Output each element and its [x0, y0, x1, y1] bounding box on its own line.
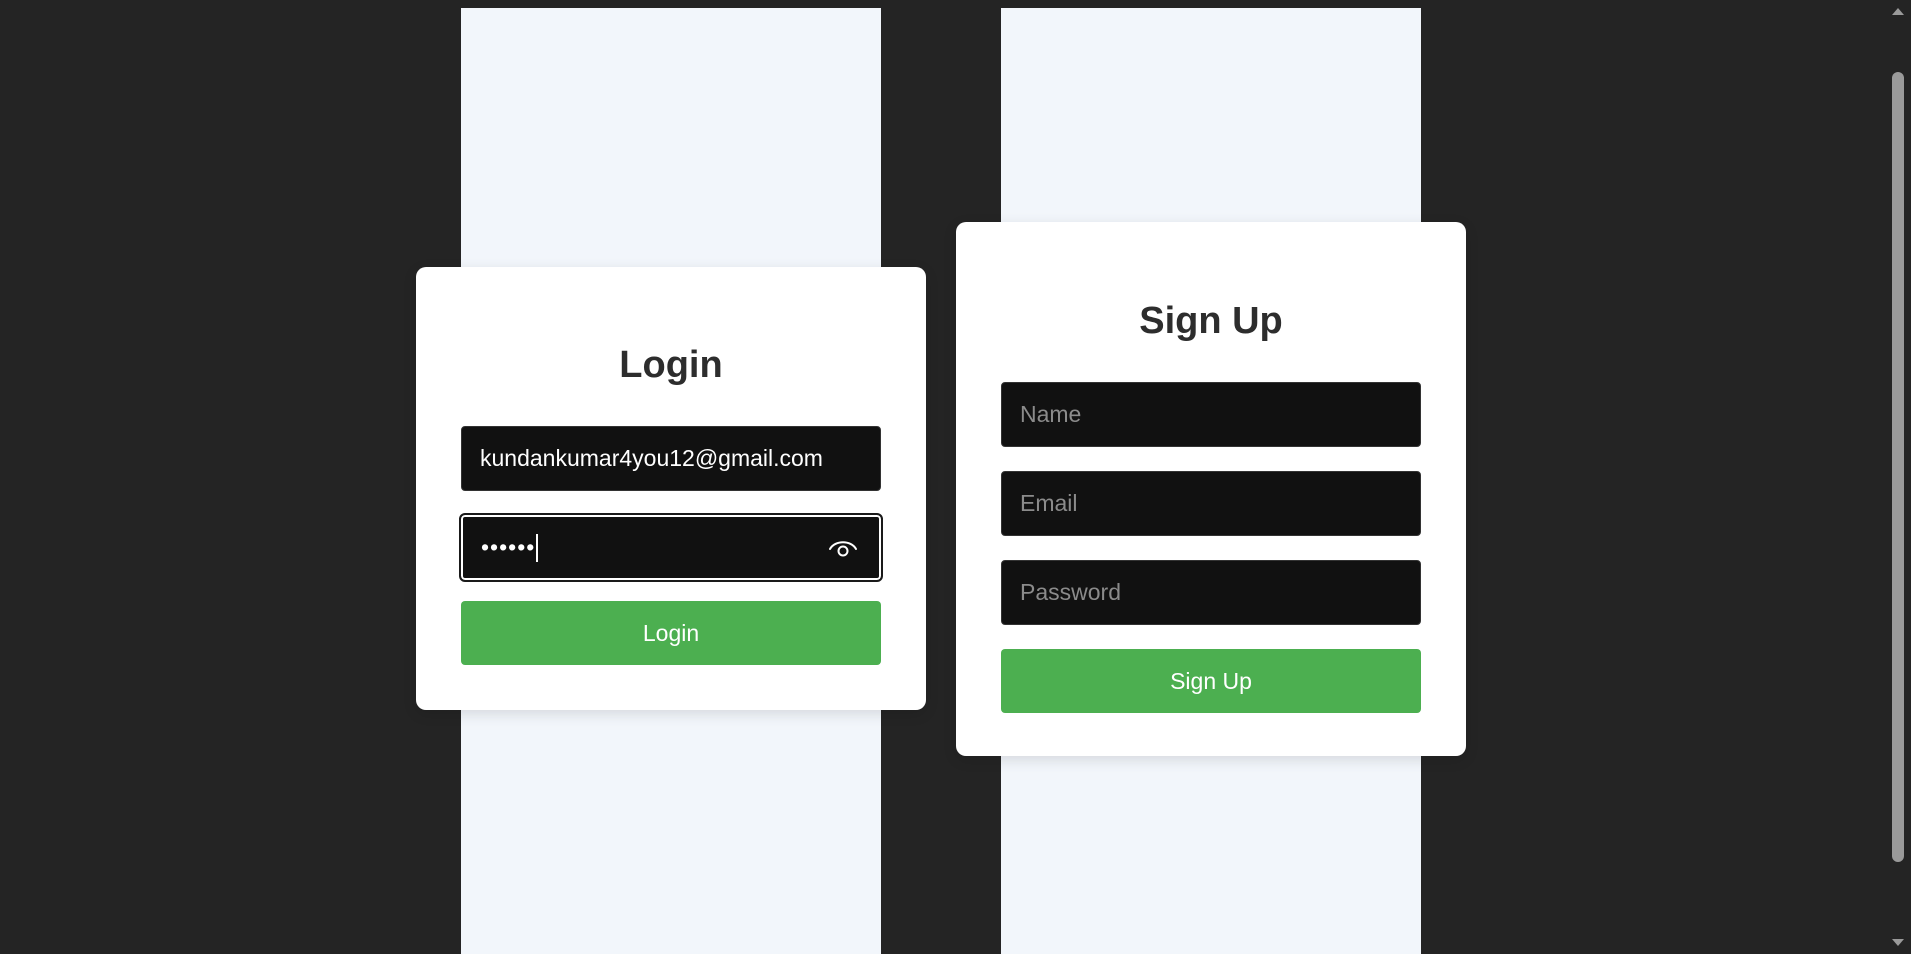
text-caret [536, 533, 539, 562]
login-email-input[interactable]: kundankumar4you12@gmail.com [461, 426, 881, 491]
scroll-down-arrow-icon[interactable] [1892, 939, 1904, 946]
login-card: Login kundankumar4you12@gmail.com ••••••… [416, 267, 926, 710]
signup-email-placeholder: Email [1020, 490, 1078, 516]
login-email-value: kundankumar4you12@gmail.com [480, 445, 823, 471]
eye-icon[interactable] [827, 536, 859, 560]
login-button[interactable]: Login [461, 601, 881, 665]
signup-name-input[interactable]: Name [1001, 382, 1421, 447]
signup-name-placeholder: Name [1020, 401, 1082, 427]
signup-email-input[interactable]: Email [1001, 471, 1421, 536]
signup-card: Sign Up Name Email Password Sign Up [956, 222, 1466, 756]
signup-password-input[interactable]: Password [1001, 560, 1421, 625]
login-password-input[interactable]: •••••• [459, 513, 883, 582]
page: Login kundankumar4you12@gmail.com ••••••… [0, 0, 1911, 954]
scrollbar-thumb[interactable] [1892, 72, 1904, 862]
signup-password-placeholder: Password [1020, 579, 1121, 605]
vertical-scrollbar[interactable] [1884, 0, 1911, 954]
scroll-up-arrow-icon[interactable] [1892, 8, 1904, 15]
signup-title: Sign Up [1139, 300, 1283, 342]
login-title: Login [619, 344, 723, 386]
signup-button[interactable]: Sign Up [1001, 649, 1421, 713]
login-password-value: •••••• [481, 534, 536, 560]
